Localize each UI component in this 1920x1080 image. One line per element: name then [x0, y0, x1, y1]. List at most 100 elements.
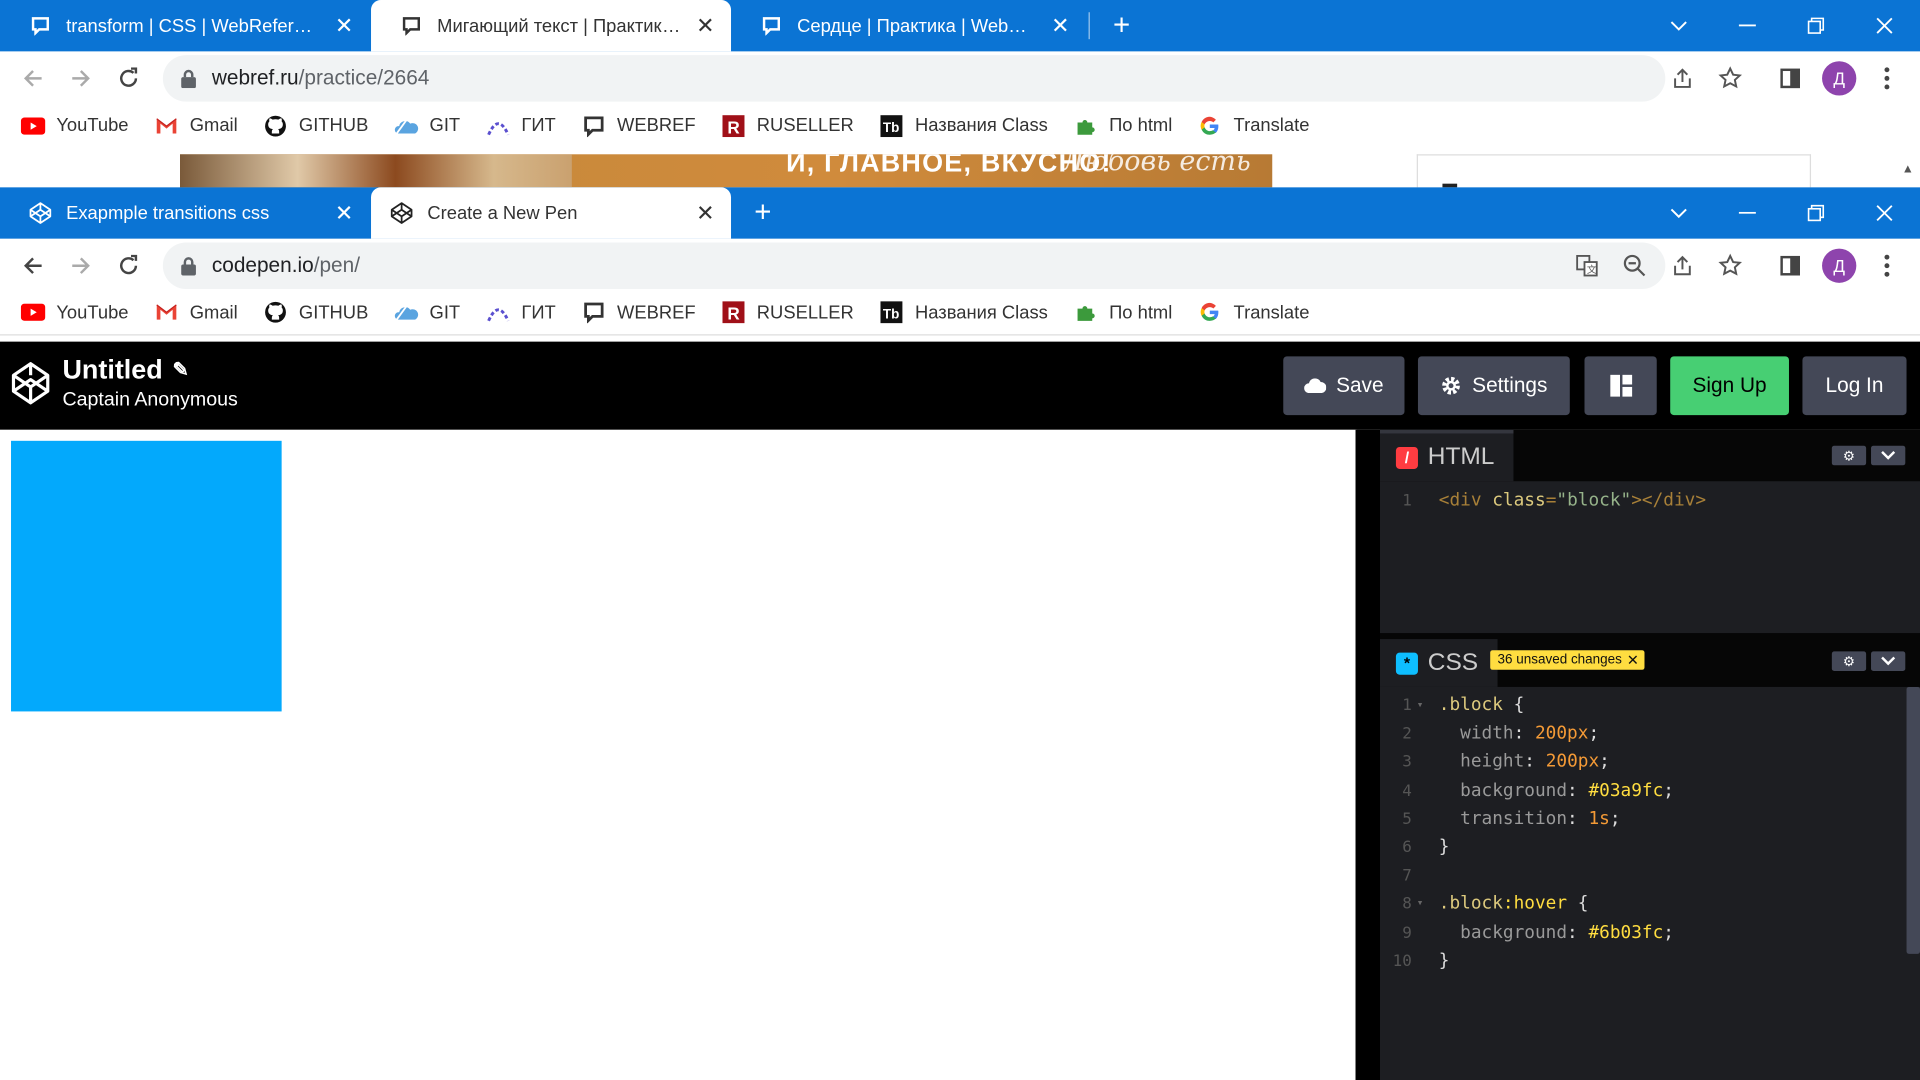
back-tab-3[interactable]: Сердце | Практика | WebReference ✕ — [731, 0, 1086, 51]
bookmark-translate[interactable]: Translate — [1197, 301, 1309, 323]
editor-resizer[interactable] — [1380, 633, 1920, 640]
new-tab-icon[interactable]: + — [747, 196, 779, 229]
star-icon[interactable] — [1716, 251, 1745, 280]
side-panel-icon[interactable] — [1776, 64, 1805, 93]
line-number: 2 — [1402, 725, 1412, 744]
bookmark-названия-class[interactable]: Tb Названия Class — [878, 301, 1048, 324]
unsaved-changes-badge[interactable]: 36 unsaved changes ✕ — [1490, 650, 1644, 670]
settings-label: Settings — [1472, 373, 1548, 397]
layout-button[interactable] — [1584, 356, 1657, 416]
scroll-up-icon[interactable]: ▲ — [1898, 157, 1918, 181]
bookmark-github[interactable]: GITHUB — [262, 301, 368, 323]
zoom-icon[interactable] — [1620, 251, 1649, 280]
profile-avatar[interactable]: Д — [1822, 61, 1857, 96]
html-code-area[interactable]: 1 <div class="block"></div> — [1380, 487, 1920, 515]
tab-search-icon[interactable] — [1644, 0, 1713, 51]
close-icon[interactable]: ✕ — [333, 202, 355, 224]
css-scrollbar[interactable] — [1906, 686, 1920, 954]
codepen-logo-icon[interactable] — [10, 360, 52, 407]
bookmark-translate[interactable]: Translate — [1197, 114, 1309, 136]
kebab-menu-icon[interactable] — [1872, 64, 1901, 93]
html-settings-icon[interactable]: ⚙ — [1831, 445, 1867, 466]
address-bar[interactable]: codepen.io/pen/ — [162, 242, 1666, 289]
bookmark-гит[interactable]: ГИТ — [485, 114, 556, 136]
css-settings-icon[interactable]: ⚙ — [1831, 651, 1867, 672]
minimize-icon[interactable] — [1713, 0, 1782, 51]
back-arrow-icon[interactable] — [16, 249, 50, 283]
css-editor-label: CSS — [1427, 648, 1479, 676]
bookmark-github[interactable]: GITHUB — [262, 114, 368, 136]
pane-resizer[interactable] — [1355, 429, 1381, 1080]
token: background — [1438, 780, 1568, 801]
login-button[interactable]: Log In — [1802, 356, 1907, 416]
back-arrow-icon[interactable] — [16, 61, 50, 95]
close-icon[interactable]: ✕ — [333, 15, 355, 37]
tab-search-icon[interactable] — [1644, 187, 1713, 238]
share-icon[interactable] — [1668, 251, 1697, 280]
star-icon[interactable] — [1716, 64, 1745, 93]
pen-title[interactable]: Untitled ✎ — [62, 354, 188, 386]
bookmark-git[interactable]: GIT — [393, 301, 460, 323]
close-icon[interactable]: ✕ — [694, 202, 716, 224]
html-editor-header: / HTML ⚙ — [1380, 429, 1920, 482]
css-editor-tab[interactable]: * CSS — [1380, 635, 1498, 687]
front-tab-2[interactable]: Create a New Pen ✕ — [371, 187, 732, 239]
bookmark-youtube[interactable]: YouTube — [20, 301, 129, 323]
bookmark-по-html[interactable]: По html — [1072, 114, 1172, 136]
bookmark-webref[interactable]: WEBREF — [580, 301, 696, 324]
side-panel-icon[interactable] — [1776, 251, 1805, 280]
pencil-icon[interactable]: ✎ — [173, 358, 189, 382]
forward-arrow-icon[interactable] — [64, 249, 98, 283]
bookmark-по-html[interactable]: По html — [1072, 301, 1172, 323]
profile-avatar[interactable]: Д — [1822, 248, 1857, 283]
forward-arrow-icon[interactable] — [64, 61, 98, 95]
minimize-icon[interactable] — [1713, 187, 1782, 238]
git-cloud-icon — [393, 114, 420, 136]
share-icon[interactable] — [1668, 64, 1697, 93]
bookmark-gmail[interactable]: Gmail — [153, 301, 238, 323]
html-collapse-icon[interactable] — [1871, 445, 1906, 466]
address-bar[interactable]: webref.ru/practice/2664 — [162, 55, 1666, 102]
bookmark-ruseller[interactable]: R RUSELLER — [720, 301, 854, 324]
restore-icon[interactable] — [1782, 187, 1851, 238]
css-code-area[interactable]: 1 ▾ .block {2 width: 200px; 3 height: 200px… — [1380, 692, 1920, 976]
close-icon[interactable]: ✕ — [694, 15, 716, 37]
ad-banner[interactable]: И, ГЛАВНОЕ, ВКУСНО! Любовь есть — [180, 154, 1273, 188]
line-number: 8 — [1402, 895, 1412, 914]
bookmark-названия-class[interactable]: Tb Названия Class — [878, 114, 1048, 137]
close-window-icon[interactable] — [1850, 187, 1919, 238]
puzzle-icon — [1072, 114, 1099, 136]
gear-icon — [1440, 375, 1462, 397]
save-button[interactable]: Save — [1283, 356, 1405, 416]
settings-button[interactable]: Settings — [1417, 356, 1570, 416]
signup-button[interactable]: Sign Up — [1670, 356, 1789, 416]
new-tab-icon[interactable]: + — [1106, 9, 1138, 42]
screen: transform | CSS | WebReference ✕ Мигающи… — [0, 0, 1920, 1080]
bookmark-youtube[interactable]: YouTube — [20, 114, 129, 136]
bookmark-gmail[interactable]: Gmail — [153, 114, 238, 136]
translate-icon[interactable]: 文 — [1572, 251, 1601, 280]
close-icon[interactable]: ✕ — [1049, 15, 1071, 37]
pen-author: Captain Anonymous — [62, 389, 238, 411]
css-collapse-icon[interactable] — [1871, 651, 1906, 672]
fold-arrow-icon[interactable]: ▾ — [1417, 891, 1424, 919]
html-editor-tab[interactable]: / HTML — [1380, 429, 1515, 482]
back-tab-1[interactable]: transform | CSS | WebReference ✕ — [0, 0, 370, 51]
kebab-menu-icon[interactable] — [1872, 251, 1901, 280]
token: <div — [1438, 491, 1493, 511]
bookmark-git[interactable]: GIT — [393, 114, 460, 136]
bookmark-label: ГИТ — [521, 301, 556, 323]
bookmark-гит[interactable]: ГИТ — [485, 301, 556, 323]
preview-pane[interactable] — [0, 429, 1357, 1080]
bookmark-ruseller[interactable]: R RUSELLER — [720, 114, 854, 137]
reload-icon[interactable] — [111, 61, 145, 95]
reload-icon[interactable] — [111, 249, 145, 283]
close-icon[interactable]: ✕ — [1627, 651, 1639, 668]
bookmark-webref[interactable]: WEBREF — [580, 114, 696, 137]
restore-icon[interactable] — [1782, 0, 1851, 51]
close-window-icon[interactable] — [1850, 0, 1919, 51]
front-tab-1[interactable]: Exapmple transitions css ✕ — [0, 187, 370, 238]
preview-block[interactable] — [11, 440, 282, 712]
fold-arrow-icon[interactable]: ▾ — [1417, 692, 1424, 720]
back-tab-2[interactable]: Мигающий текст | Практика | WebReference… — [371, 0, 732, 52]
